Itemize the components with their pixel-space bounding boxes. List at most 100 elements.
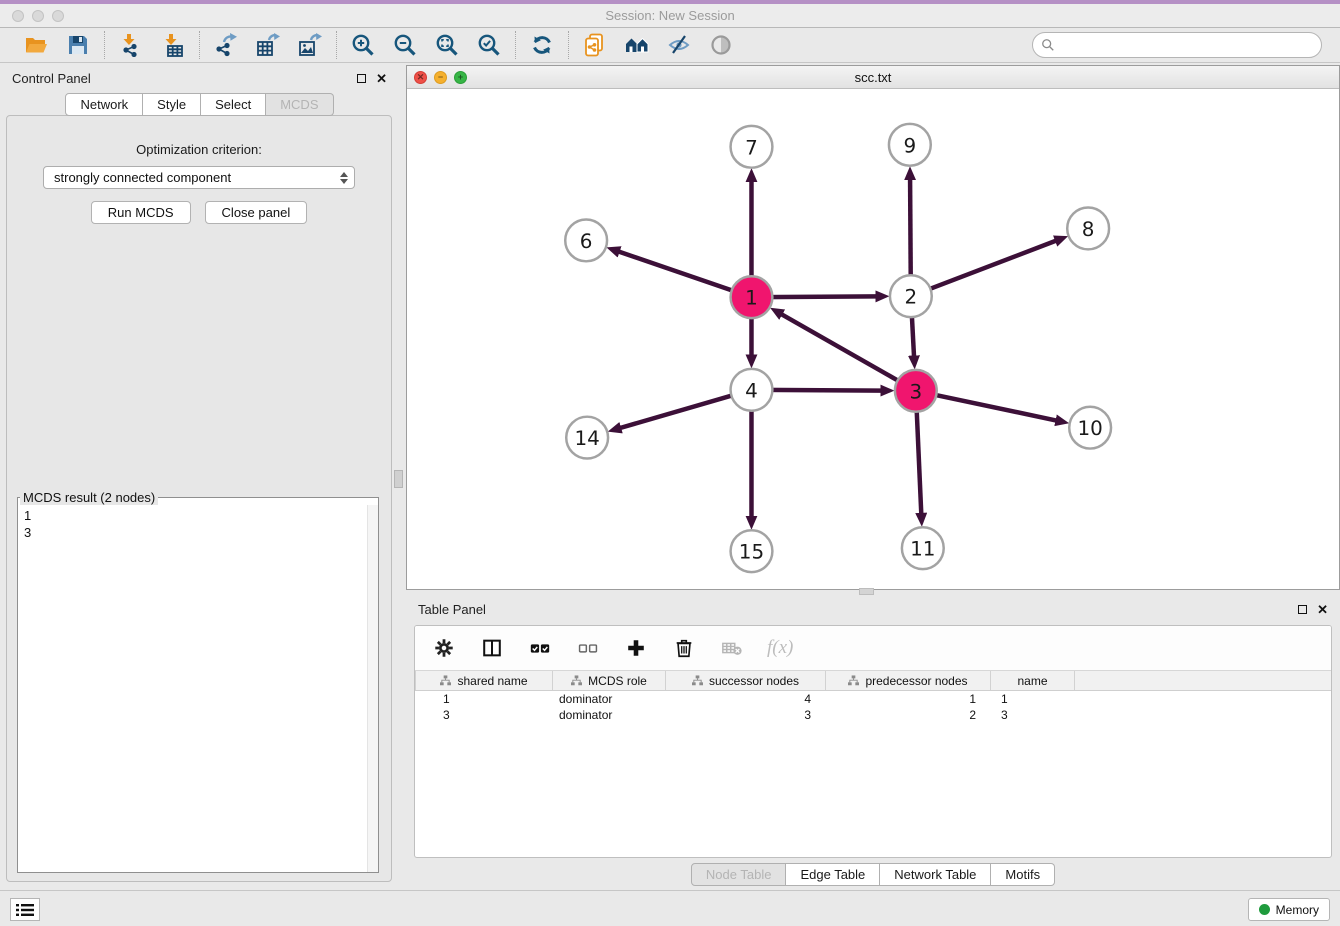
edge-3-1[interactable] — [781, 314, 916, 391]
close-panel-button[interactable]: Close panel — [205, 201, 308, 224]
vertical-splitter-handle[interactable] — [394, 470, 403, 488]
delete-column-icon[interactable] — [671, 635, 697, 661]
node-label-3: 3 — [909, 380, 922, 403]
export-network-icon[interactable] — [213, 32, 239, 58]
result-scrollbar[interactable] — [367, 505, 378, 872]
column-header-label: name — [1017, 674, 1047, 688]
clone-network-icon[interactable] — [582, 32, 608, 58]
zoom-fit-icon[interactable] — [434, 32, 460, 58]
network-canvas[interactable]: 1234678910111415 — [407, 89, 1339, 589]
table-tabs: Node TableEdge TableNetwork TableMotifs — [406, 863, 1340, 886]
column-header-successor-nodes[interactable]: successor nodes — [666, 671, 826, 690]
apply-layout-icon[interactable] — [529, 32, 555, 58]
run-mcds-button[interactable]: Run MCDS — [91, 201, 191, 224]
optimization-criterion-label: Optimization criterion: — [7, 142, 391, 157]
tab-network-table[interactable]: Network Table — [880, 863, 991, 886]
show-details-icon[interactable] — [708, 32, 734, 58]
control-panel-tabs: NetworkStyleSelectMCDS — [0, 93, 399, 116]
memory-label: Memory — [1276, 903, 1319, 917]
mcds-result-title: MCDS result (2 nodes) — [20, 490, 158, 505]
mcds-result-box: MCDS result (2 nodes) 13 — [17, 490, 379, 873]
search-input[interactable] — [1055, 38, 1321, 53]
node-label-7: 7 — [745, 136, 758, 159]
import-table-icon[interactable] — [160, 32, 186, 58]
table-panel: Table Panel ✕ — [406, 595, 1340, 890]
mcds-result-list[interactable]: 13 — [18, 505, 378, 872]
tab-select[interactable]: Select — [201, 93, 266, 116]
first-neighbors-icon[interactable] — [624, 32, 650, 58]
table-cell: dominator — [553, 707, 666, 723]
table-row[interactable]: 3dominator323 — [415, 707, 1331, 723]
mcds-result-line: 1 — [24, 507, 378, 524]
select-all-icon[interactable] — [527, 635, 553, 661]
add-column-icon[interactable] — [623, 635, 649, 661]
node-label-1: 1 — [745, 287, 758, 310]
horizontal-splitter-handle[interactable] — [859, 588, 874, 595]
zoom-out-icon[interactable] — [392, 32, 418, 58]
table-header-row: shared nameMCDS role successor nodes prede… — [415, 670, 1331, 691]
close-table-panel-icon[interactable]: ✕ — [1317, 603, 1328, 616]
column-header-name[interactable]: name — [991, 671, 1075, 690]
column-header-predecessor-nodes[interactable]: predecessor nodes — [826, 671, 991, 690]
tab-edge-table[interactable]: Edge Table — [786, 863, 880, 886]
column-header-label: predecessor nodes — [865, 674, 967, 688]
table-toolbar: f(x) — [415, 626, 1331, 670]
node-label-10: 10 — [1077, 417, 1102, 440]
import-network-icon[interactable] — [118, 32, 144, 58]
export-table-icon[interactable] — [255, 32, 281, 58]
save-session-icon[interactable] — [65, 32, 91, 58]
control-panel-title: Control Panel — [12, 71, 91, 86]
network-view-window: ✕ − + scc.txt 1234678910111415 — [406, 65, 1340, 590]
tab-motifs[interactable]: Motifs — [991, 863, 1055, 886]
table-settings-icon[interactable] — [431, 635, 457, 661]
table-body: 1dominator4113dominator323 — [415, 691, 1331, 723]
app-titlebar: Session: New Session — [0, 4, 1340, 28]
node-label-8: 8 — [1082, 218, 1095, 241]
float-table-panel-icon[interactable] — [1298, 605, 1307, 614]
criterion-select[interactable]: strongly connected component — [43, 166, 355, 189]
hide-details-icon[interactable] — [666, 32, 692, 58]
table-row[interactable]: 1dominator411 — [415, 691, 1331, 707]
close-panel-icon[interactable]: ✕ — [376, 72, 387, 85]
edge-2-8[interactable] — [911, 241, 1057, 297]
table-panel-body: f(x) shared nameMCDS role successor nodes… — [414, 625, 1332, 858]
table-cell: 1 — [991, 691, 1075, 707]
status-bar: Memory — [0, 890, 1340, 926]
column-type-icon — [692, 675, 703, 686]
node-label-4: 4 — [745, 379, 758, 402]
network-graph: 1234678910111415 — [407, 89, 1339, 589]
column-header-label: successor nodes — [709, 674, 799, 688]
list-icon — [16, 903, 34, 917]
zoom-in-icon[interactable] — [350, 32, 376, 58]
column-type-icon — [440, 675, 451, 686]
split-view-icon[interactable] — [479, 635, 505, 661]
criterion-value: strongly connected component — [54, 170, 231, 185]
memory-status-icon — [1259, 904, 1270, 915]
function-builder-icon[interactable]: f(x) — [767, 637, 793, 659]
float-panel-icon[interactable] — [357, 74, 366, 83]
column-header-shared-name[interactable]: shared name — [415, 671, 553, 690]
main-toolbar — [0, 28, 1340, 63]
task-history-button[interactable] — [10, 898, 40, 921]
tab-style[interactable]: Style — [143, 93, 201, 116]
zoom-selected-icon[interactable] — [476, 32, 502, 58]
column-header-MCDS-role[interactable]: MCDS role — [553, 671, 666, 690]
search-icon — [1041, 38, 1055, 52]
unselect-all-icon[interactable] — [575, 635, 601, 661]
node-label-14: 14 — [574, 427, 599, 450]
node-label-9: 9 — [904, 134, 917, 157]
node-label-6: 6 — [580, 230, 593, 253]
control-panel: Control Panel ✕ NetworkStyleSelectMCDS O… — [0, 63, 399, 890]
node-label-15: 15 — [739, 541, 764, 564]
export-image-icon[interactable] — [297, 32, 323, 58]
delete-table-icon[interactable] — [719, 635, 745, 661]
table-panel-title: Table Panel — [418, 602, 486, 617]
open-file-icon[interactable] — [23, 32, 49, 58]
tab-mcds[interactable]: MCDS — [266, 93, 333, 116]
search-box[interactable] — [1032, 32, 1322, 58]
network-window-titlebar[interactable]: ✕ − + scc.txt — [407, 66, 1339, 89]
mcds-result-line: 3 — [24, 524, 378, 541]
tab-network[interactable]: Network — [65, 93, 143, 116]
memory-button[interactable]: Memory — [1248, 898, 1330, 921]
tab-node-table[interactable]: Node Table — [691, 863, 787, 886]
